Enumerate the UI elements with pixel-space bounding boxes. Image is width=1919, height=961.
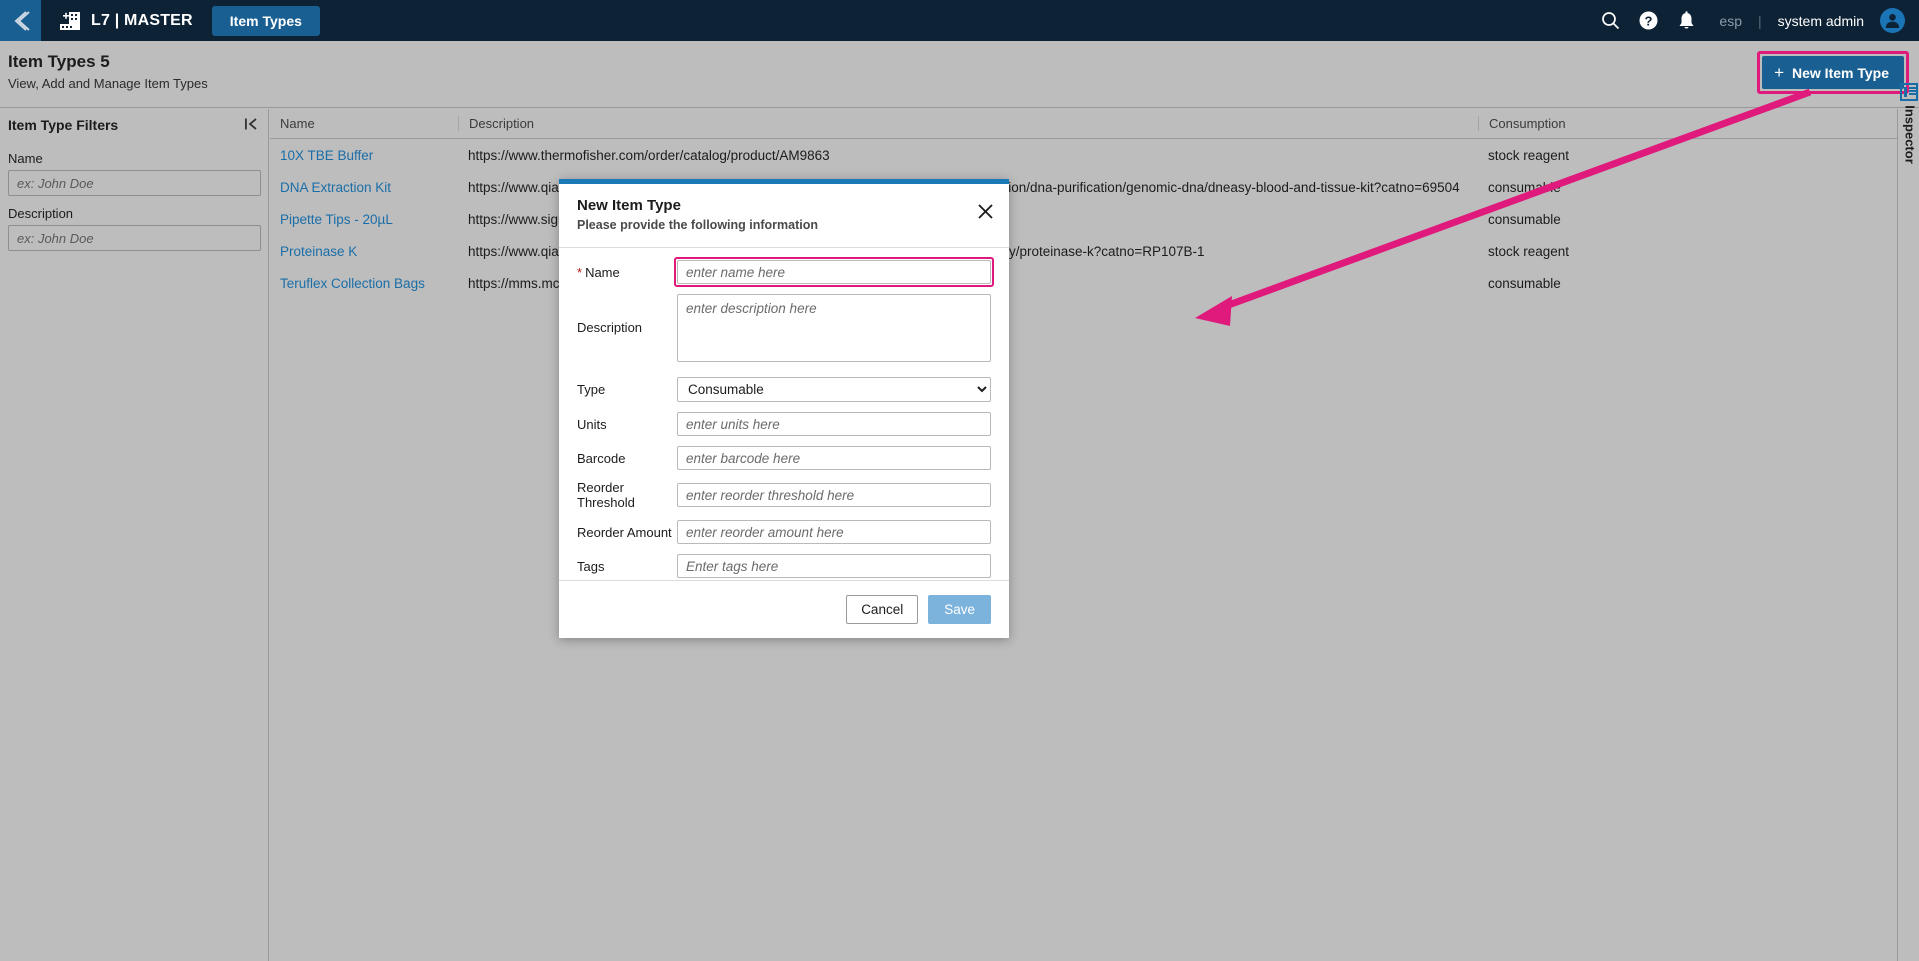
cell-description: https://www.thermofisher.com/order/catal… [468,147,830,163]
filter-name-label: Name [8,151,43,166]
item-type-filters-panel: Item Type Filters Name Description [0,109,269,961]
close-icon[interactable] [975,201,995,221]
filter-description-input[interactable] [8,225,261,251]
control-units [677,412,991,436]
user-avatar-icon[interactable] [1880,8,1905,33]
table-row[interactable]: DNA Extraction Kit https://www.qiagen.co… [270,171,1897,203]
nav-separator: | [1758,12,1762,29]
cell-name[interactable]: 10X TBE Buffer [270,148,458,163]
label-type: Type [577,382,606,397]
page-title: Item Types 5 [8,52,110,71]
column-header-name[interactable]: Name [270,116,458,131]
language-selector[interactable]: esp [1719,13,1742,29]
dialog-title: New Item Type [577,197,681,214]
label-reorder-amount: Reorder Amount [577,524,672,540]
required-marker: * [577,264,583,280]
table-row[interactable]: Proteinase K https://www.qiagen.com/us/p… [270,235,1897,267]
search-icon[interactable] [1599,10,1621,32]
label-barcode: Barcode [577,450,626,466]
cell-consumption: consumable [1488,211,1561,227]
control-type: Consumable [677,377,991,402]
field-row-description: Description [577,294,991,367]
reorder-amount-input[interactable] [677,520,991,544]
dialog-subtitle: Please provide the following information [577,218,818,232]
column-header-consumption[interactable]: Consumption [1478,116,1678,131]
field-row-name: * Name [577,257,994,287]
inspector-rail: Inspector [1897,83,1919,961]
page-subtitle: View, Add and Manage Item Types [8,76,208,91]
new-item-type-label: New Item Type [1792,64,1889,81]
user-name[interactable]: system admin [1778,13,1864,29]
cell-consumption: consumable [1488,179,1561,195]
top-navigation-bar: L7 | MASTER Item Types ? esp | system ad… [0,0,1919,41]
column-header-description[interactable]: Description [458,116,1478,131]
item-types-table: Name Description Consumption 10X TBE Buf… [270,109,1897,961]
svg-text:?: ? [1644,14,1652,29]
type-select[interactable]: Consumable [677,377,991,402]
barcode-input[interactable] [677,446,991,470]
field-row-reorder-amount: Reorder Amount [577,520,991,544]
table-row[interactable]: Pipette Tips - 20µL https://www.sigmaald… [270,203,1897,235]
new-item-type-dialog: New Item Type Please provide the followi… [559,179,1009,638]
help-circle-icon[interactable]: ? [1637,10,1659,32]
control-description [677,294,991,367]
dialog-header: New Item Type Please provide the followi… [559,184,1009,242]
field-row-tags: Tags [577,554,991,578]
control-name [674,257,994,287]
brand-block: L7 | MASTER [58,9,193,32]
control-tags [677,554,991,578]
field-row-type: Type Consumable [577,377,991,402]
units-input[interactable] [677,412,991,436]
cell-name[interactable]: Teruflex Collection Bags [270,276,458,291]
name-input[interactable] [677,260,991,284]
label-description: Description [577,320,643,335]
field-row-units: Units [577,412,991,436]
cell-consumption: stock reagent [1488,243,1570,259]
cell-name[interactable]: Proteinase K [270,244,458,259]
tab-item-types[interactable]: Item Types [211,5,320,36]
cell-name[interactable]: Pipette Tips - 20µL [270,212,458,227]
label-name-text: Name [585,264,620,280]
reorder-threshold-input[interactable] [677,483,991,507]
nav-right-cluster: ? esp | system admin [1599,8,1919,33]
filters-header: Item Type Filters [0,109,268,141]
new-item-type-button[interactable]: + New Item Type [1762,56,1904,89]
inspector-panel-icon[interactable] [1900,83,1918,101]
filter-description-label: Description [8,206,74,221]
brand-title: L7 | MASTER [91,11,193,29]
inspector-label[interactable]: Inspector [1903,105,1918,165]
save-button[interactable]: Save [928,595,991,624]
label-tags: Tags [577,558,605,574]
field-row-reorder-threshold: Reorder Threshold [577,480,991,510]
label-reorder-threshold: Reorder Threshold [577,480,635,510]
filters-title: Item Type Filters [8,117,119,133]
table-header-row: Name Description Consumption [270,109,1897,139]
control-barcode [677,446,991,470]
tags-input[interactable] [677,554,991,578]
cancel-button[interactable]: Cancel [846,595,919,624]
label-name: * Name [577,265,677,280]
field-row-barcode: Barcode [577,446,991,470]
bell-icon[interactable] [1675,10,1697,32]
control-reorder-amount [677,520,991,544]
new-item-type-highlight: + New Item Type [1757,51,1909,94]
building-plus-icon [58,9,81,32]
filter-name-input[interactable] [8,170,261,196]
cell-name[interactable]: DNA Extraction Kit [270,180,458,195]
dialog-footer: Cancel Save [559,580,1009,638]
cell-consumption: consumable [1488,275,1561,291]
collapse-panel-icon[interactable] [244,117,258,134]
table-row[interactable]: Teruflex Collection Bags https://mms.mck… [270,267,1897,299]
control-reorder-threshold [677,483,991,507]
description-textarea[interactable] [677,294,991,362]
plus-icon: + [1774,63,1784,82]
back-button[interactable] [0,0,41,41]
label-units: Units [577,416,607,432]
page-header: Item Types 5 View, Add and Manage Item T… [0,41,1919,108]
cell-consumption: stock reagent [1488,147,1570,163]
dialog-body: *Name Description Type Consumable Units [559,248,1009,578]
chevron-left-icon [14,10,30,31]
table-row[interactable]: 10X TBE Buffer https://www.thermofisher.… [270,139,1897,171]
